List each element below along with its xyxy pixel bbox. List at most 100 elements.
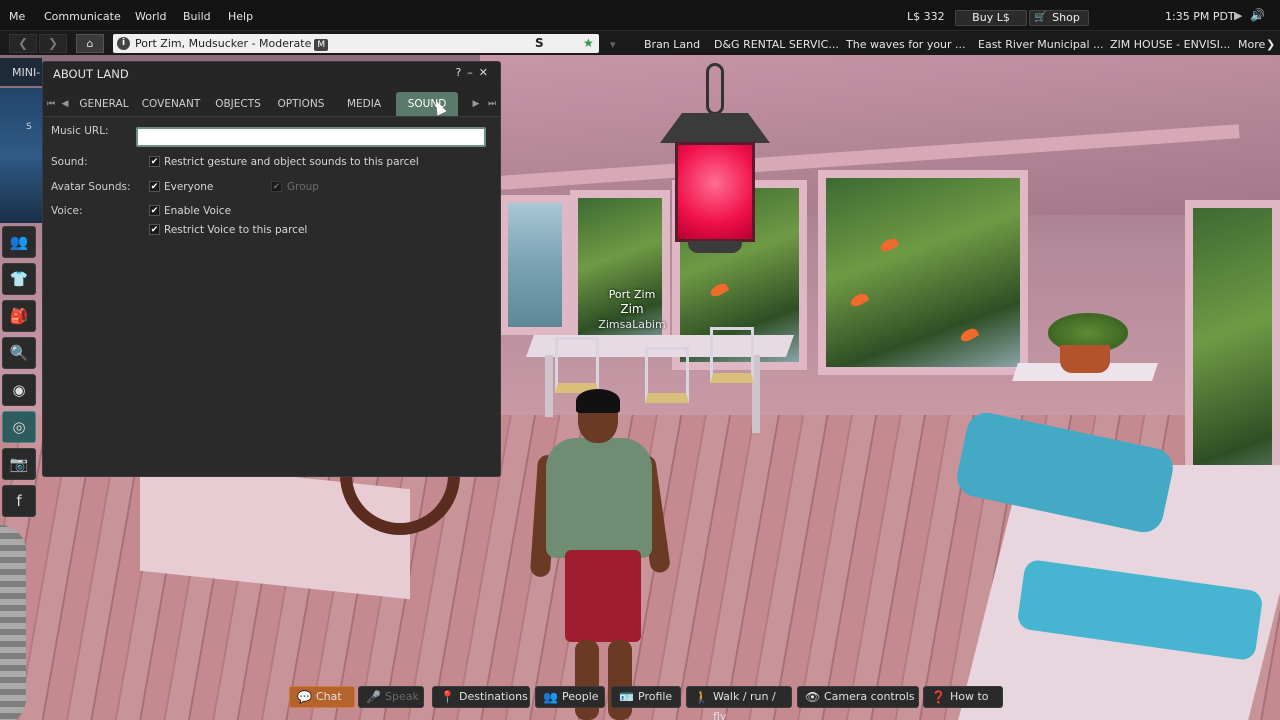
window-controls: ?–✕ bbox=[455, 66, 494, 79]
favorite-bran-land[interactable]: Bran Land bbox=[644, 38, 700, 51]
people-button[interactable]: 👥 People bbox=[535, 686, 605, 708]
avatar-torso[interactable] bbox=[546, 438, 652, 558]
camera-label: Camera controls bbox=[824, 690, 915, 703]
question-mark-icon: ❓ bbox=[931, 690, 946, 704]
music-url-input[interactable] bbox=[136, 127, 486, 147]
tab-sound[interactable]: SOUND bbox=[396, 92, 458, 116]
volume-icon[interactable]: 🔊 bbox=[1250, 8, 1265, 22]
rope-coil bbox=[0, 525, 26, 720]
home-icon[interactable]: ⌂ bbox=[76, 34, 104, 53]
avatar-leg bbox=[608, 640, 632, 720]
close-icon[interactable]: ✕ bbox=[479, 66, 494, 79]
dining-chair bbox=[645, 347, 689, 403]
how-to-button[interactable]: ❓ How to bbox=[923, 686, 1003, 708]
sound-panel: Music URL: Sound: ✔ Restrict gesture and… bbox=[43, 116, 500, 476]
menu-build[interactable]: Build bbox=[183, 10, 211, 23]
menu-bar: Me Communicate World Build Help L$ 332 B… bbox=[0, 0, 1280, 30]
profile-button[interactable]: 🪪 Profile bbox=[611, 686, 681, 708]
last-tab-icon[interactable]: ⏭ bbox=[486, 96, 498, 112]
tab-objects[interactable]: OBJECTS bbox=[211, 92, 265, 116]
enable-voice-label: Enable Voice bbox=[164, 205, 232, 217]
walking-person-icon: 🚶 bbox=[694, 690, 709, 704]
shop-button[interactable]: 🛒 Shop bbox=[1029, 10, 1089, 26]
location-dropdown-icon[interactable]: ▾ bbox=[610, 38, 616, 51]
prev-tab-icon[interactable]: ◀ bbox=[59, 96, 71, 112]
location-pin-icon: 📍 bbox=[440, 690, 455, 704]
favorite-star-icon[interactable]: ★ bbox=[583, 34, 594, 53]
red-lantern bbox=[675, 142, 755, 242]
group-label: Group bbox=[287, 181, 319, 193]
tab-media[interactable]: MEDIA bbox=[341, 92, 387, 116]
restrict-sounds-checkbox[interactable]: ✔ bbox=[149, 156, 160, 167]
favorite-dg-rental[interactable]: D&G RENTAL SERVIC... bbox=[714, 38, 839, 51]
location-text: Port Zim, Mudsucker - Moderate bbox=[135, 37, 312, 50]
chat-bubble-icon: 💬 bbox=[297, 690, 312, 704]
map-icon[interactable]: ◉ bbox=[2, 374, 36, 406]
tab-covenant[interactable]: COVENANT bbox=[139, 92, 203, 116]
avatar-leg bbox=[575, 640, 599, 720]
menu-me[interactable]: Me bbox=[9, 10, 25, 23]
nametag-name: Zim bbox=[620, 302, 644, 316]
voice-label: Voice: bbox=[51, 205, 83, 217]
more-chevron-icon[interactable]: ❯ bbox=[1266, 38, 1275, 51]
balance[interactable]: L$ 332 bbox=[907, 10, 945, 23]
forward-arrow-icon[interactable]: ❯ bbox=[39, 34, 67, 53]
back-arrow-icon[interactable]: ❮ bbox=[9, 34, 37, 53]
first-tab-icon[interactable]: ⏮ bbox=[45, 96, 57, 112]
snapshot-icon[interactable]: 📷 bbox=[2, 448, 36, 480]
favorite-waves[interactable]: The waves for your ... bbox=[846, 38, 966, 51]
group-checkbox: ✔ bbox=[271, 181, 282, 192]
help-icon[interactable]: ? bbox=[455, 66, 467, 79]
speak-label: Speak bbox=[385, 690, 419, 703]
places-icon[interactable]: ◎ bbox=[2, 411, 36, 443]
profile-card-icon: 🪪 bbox=[619, 690, 634, 704]
nametag-region: Port Zim bbox=[608, 288, 656, 301]
people-label: People bbox=[562, 690, 599, 703]
camera-controls-button[interactable]: 👁 Camera controls bbox=[797, 686, 919, 708]
menu-world[interactable]: World bbox=[135, 10, 167, 23]
location-bar[interactable]: i Port Zim, Mudsucker - Moderate M S ★ bbox=[113, 34, 599, 53]
next-tab-icon[interactable]: ▶ bbox=[470, 96, 482, 112]
navigation-bar: ❮ ❯ ⌂ i Port Zim, Mudsucker - Moderate M … bbox=[0, 30, 1280, 55]
restrict-sounds-label: Restrict gesture and object sounds to th… bbox=[164, 156, 419, 168]
menu-communicate[interactable]: Communicate bbox=[44, 10, 121, 23]
favorite-zim-house[interactable]: ZIM HOUSE - ENVISI... bbox=[1110, 38, 1230, 51]
clock: 1:35 PM PDT bbox=[1165, 10, 1235, 23]
sound-label: Sound: bbox=[51, 156, 88, 168]
chat-label: Chat bbox=[316, 690, 342, 703]
menu-help[interactable]: Help bbox=[228, 10, 253, 23]
media-play-icon[interactable]: ▶ bbox=[1234, 9, 1242, 22]
everyone-checkbox[interactable]: ✔ bbox=[149, 181, 160, 192]
appearance-icon[interactable]: 👕 bbox=[2, 263, 36, 295]
restrict-voice-label: Restrict Voice to this parcel bbox=[164, 224, 308, 236]
destinations-label: Destinations bbox=[459, 690, 528, 703]
lantern-chain bbox=[706, 63, 724, 115]
minimize-icon[interactable]: – bbox=[467, 66, 479, 79]
info-icon[interactable]: i bbox=[117, 37, 130, 50]
about-land-window: ABOUT LAND ?–✕ ⏮ ◀ GENERAL COVENANT OBJE… bbox=[42, 61, 501, 477]
search-icon[interactable]: 🔍 bbox=[2, 337, 36, 369]
people-icon: 👥 bbox=[543, 690, 558, 704]
avatar-nametag: Port Zim Zim ZimsaLabim bbox=[596, 287, 668, 332]
walk-run-fly-button[interactable]: 🚶 Walk / run / fly bbox=[686, 686, 792, 720]
everyone-label: Everyone bbox=[164, 181, 214, 193]
facebook-icon[interactable]: f bbox=[2, 485, 36, 517]
chat-button[interactable]: 💬 Chat bbox=[289, 686, 355, 708]
buy-currency-button[interactable]: Buy L$ bbox=[955, 10, 1027, 26]
people-icon[interactable]: 👥 bbox=[2, 226, 36, 258]
speak-button[interactable]: 🎤 Speak bbox=[358, 686, 424, 708]
inventory-icon[interactable]: 🎒 bbox=[2, 300, 36, 332]
favorite-east-river[interactable]: East River Municipal ... bbox=[978, 38, 1104, 51]
eye-icon: 👁 bbox=[805, 690, 821, 704]
tab-general[interactable]: GENERAL bbox=[77, 92, 131, 116]
enable-voice-checkbox[interactable]: ✔ bbox=[149, 205, 160, 216]
script-warning-icon[interactable]: S bbox=[535, 34, 544, 53]
mini-map-label: MINI- bbox=[12, 66, 41, 79]
map-compass-letter: S bbox=[26, 122, 32, 132]
favorites-more[interactable]: More bbox=[1238, 38, 1265, 51]
howto-label: How to bbox=[950, 690, 989, 703]
tab-options[interactable]: OPTIONS bbox=[273, 92, 329, 116]
mini-map[interactable]: S bbox=[0, 88, 42, 223]
destinations-button[interactable]: 📍 Destinations bbox=[432, 686, 530, 708]
restrict-voice-checkbox[interactable]: ✔ bbox=[149, 224, 160, 235]
